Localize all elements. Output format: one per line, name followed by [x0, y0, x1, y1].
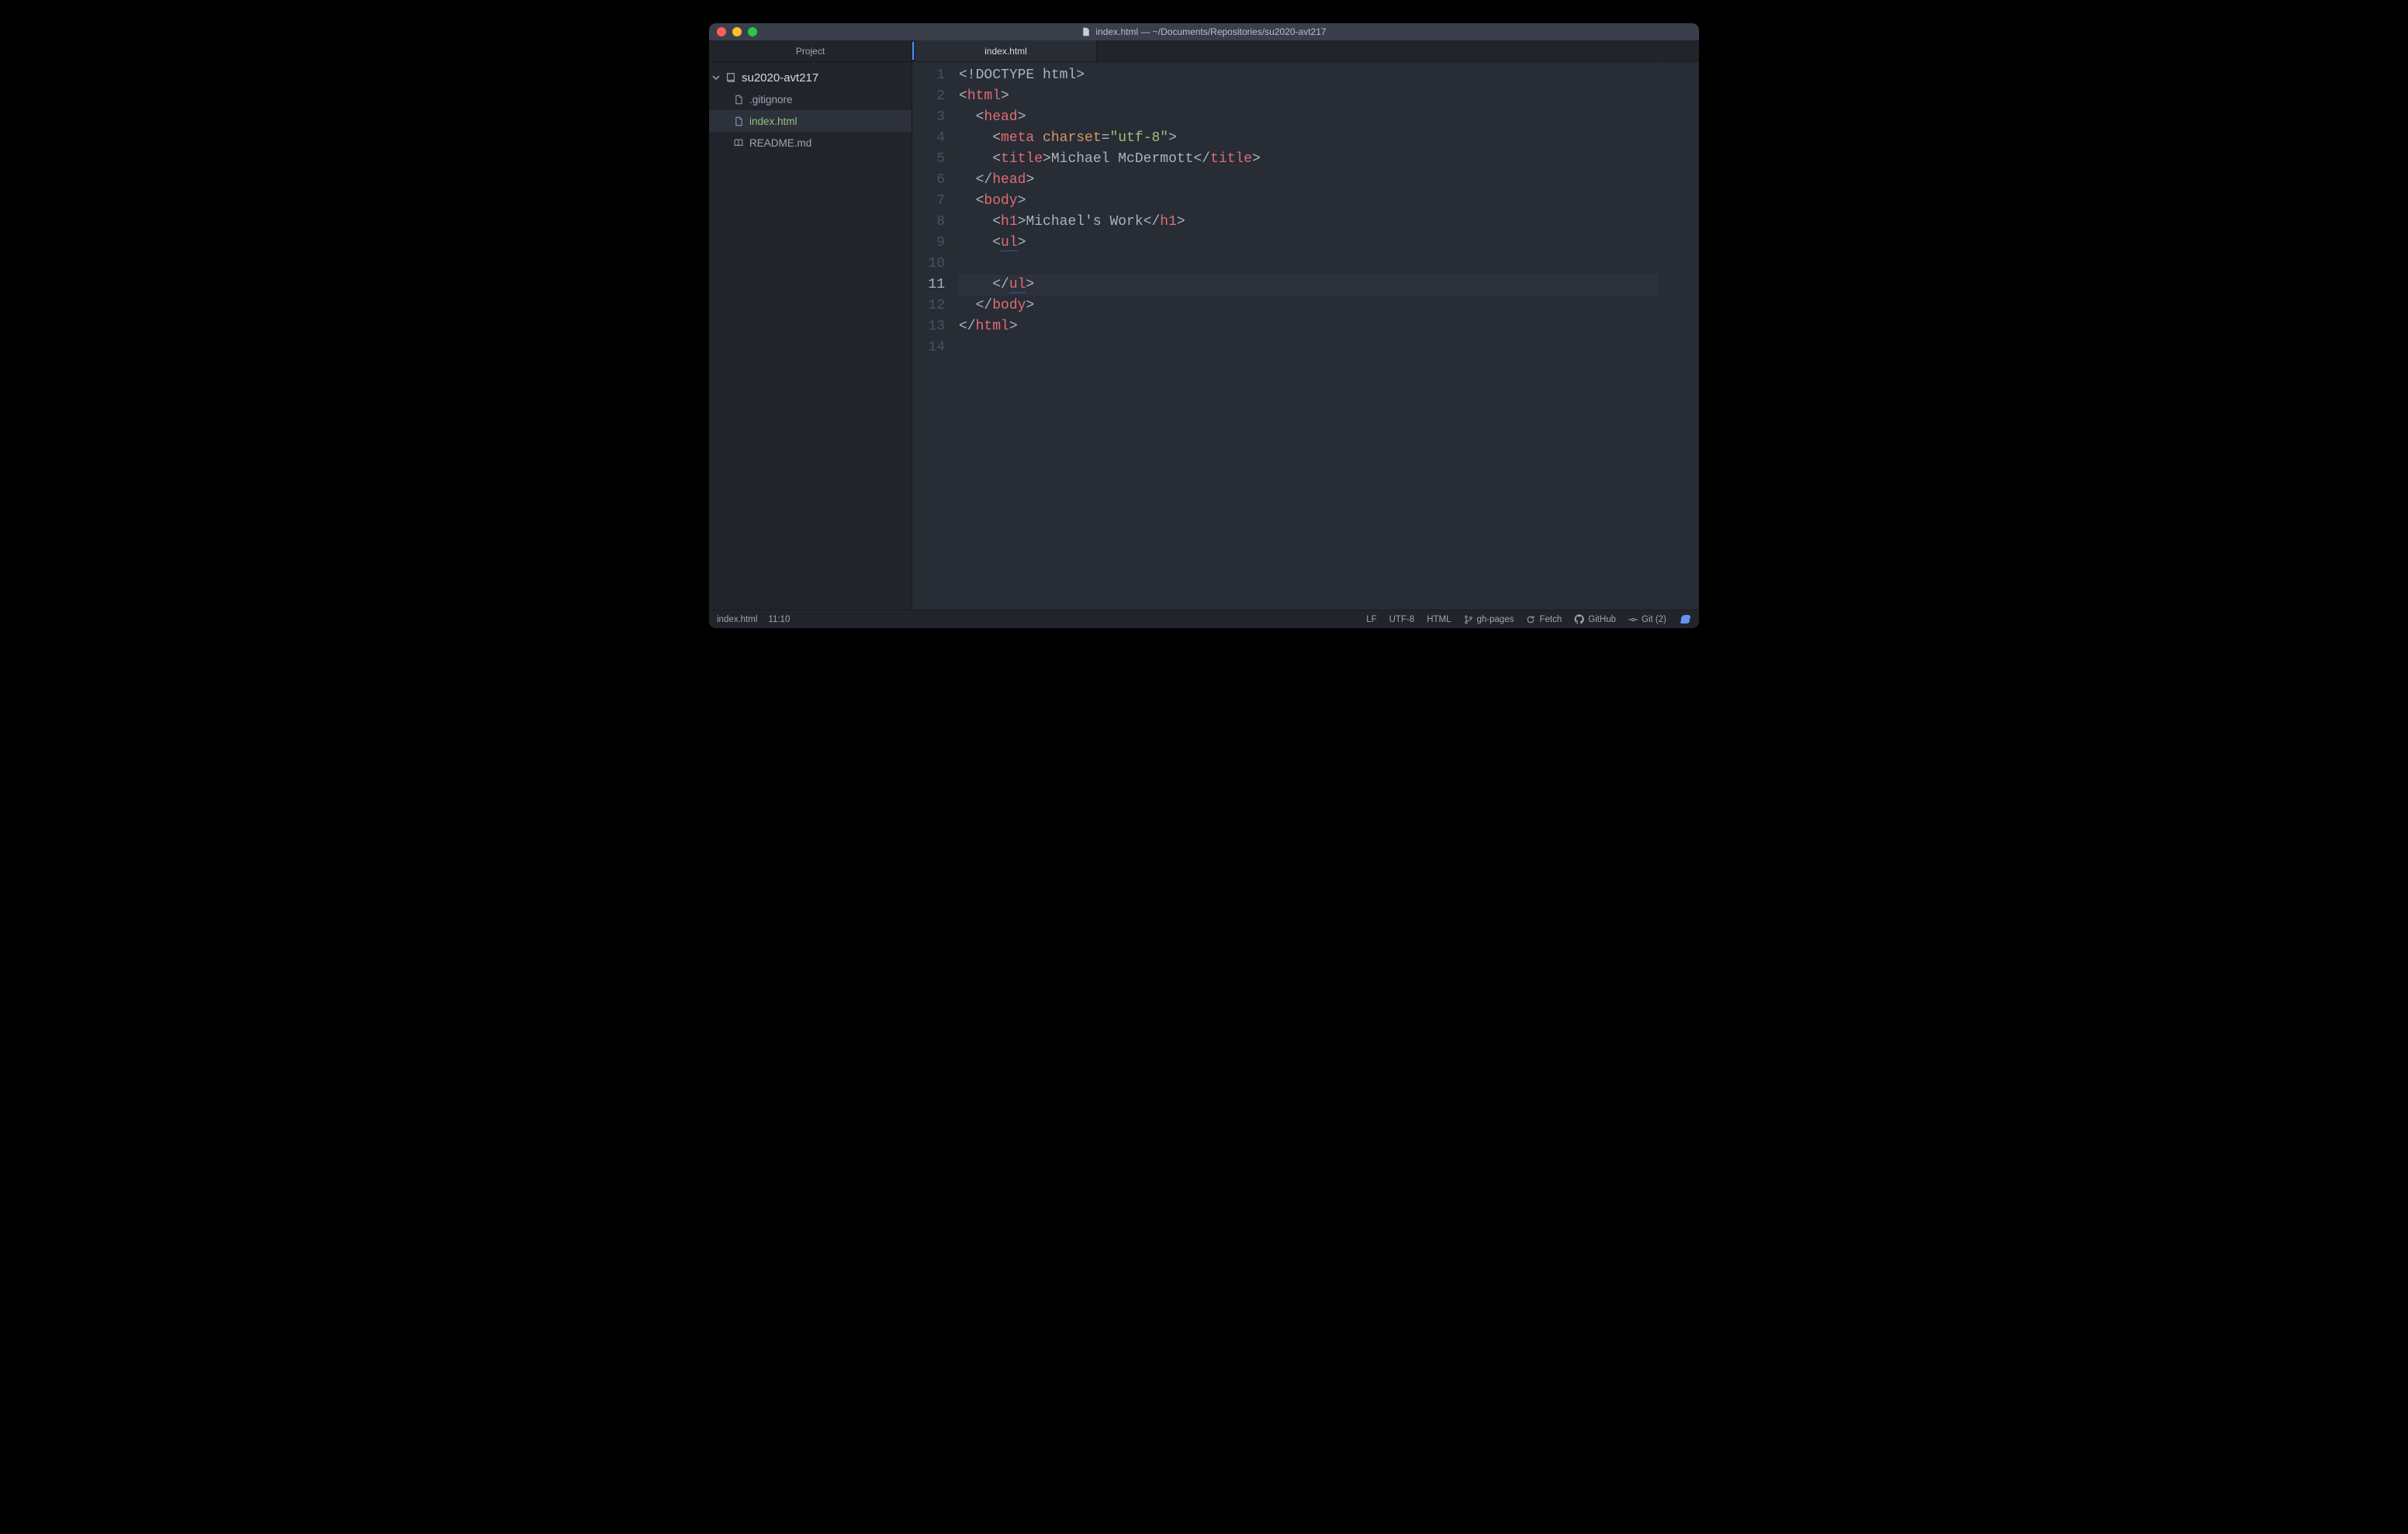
- status-line-ending[interactable]: LF: [1366, 615, 1376, 624]
- file-tab-label: index.html: [984, 46, 1027, 57]
- close-window-button[interactable]: [717, 27, 726, 36]
- sidebar-tab-project[interactable]: Project: [709, 40, 912, 62]
- window-title: index.html — ~/Documents/Repositories/su…: [709, 26, 1699, 37]
- titlebar: index.html — ~/Documents/Repositories/su…: [709, 23, 1699, 40]
- minimize-window-button[interactable]: [732, 27, 742, 36]
- tree-item[interactable]: .gitignore: [709, 88, 912, 110]
- status-grammar[interactable]: HTML: [1427, 615, 1451, 624]
- file-tree: su2020-avt217 .gitignore index.html README…: [709, 62, 912, 158]
- tab-bar: index.html: [912, 40, 1699, 62]
- editor-window: index.html — ~/Documents/Repositories/su…: [709, 23, 1699, 628]
- status-github[interactable]: GitHub: [1574, 614, 1616, 624]
- right-gutter: [1657, 62, 1699, 610]
- tree-item-label: index.html: [749, 116, 797, 127]
- file-icon: [732, 95, 745, 105]
- tree-item[interactable]: index.html: [709, 110, 912, 132]
- status-cursor[interactable]: 11:10: [768, 615, 790, 624]
- document-icon: [1081, 27, 1091, 36]
- sidebar: Project su2020-avt217 .gitignore index.ht…: [709, 40, 912, 610]
- sync-icon: [1526, 615, 1535, 624]
- tree-item-label: README.md: [749, 137, 811, 149]
- window-title-text: index.html — ~/Documents/Repositories/su…: [1095, 26, 1326, 37]
- code-editor[interactable]: 1234567891011121314 <!DOCTYPE html><html…: [912, 62, 1699, 610]
- tree-item-label: .gitignore: [749, 94, 793, 105]
- status-bar: index.html 11:10 LF UTF-8 HTML gh-pages: [709, 610, 1699, 628]
- status-file[interactable]: index.html: [717, 615, 757, 624]
- squirrel-icon[interactable]: [1679, 613, 1691, 626]
- tree-root[interactable]: su2020-avt217: [709, 67, 912, 88]
- git-commit-icon: [1628, 615, 1638, 624]
- zoom-window-button[interactable]: [748, 27, 757, 36]
- editor-body: Project su2020-avt217 .gitignore index.ht…: [709, 40, 1699, 610]
- status-encoding[interactable]: UTF-8: [1389, 615, 1415, 624]
- book-icon: [732, 138, 745, 148]
- tree-item[interactable]: README.md: [709, 132, 912, 154]
- repo-icon: [725, 72, 737, 83]
- file-icon: [732, 116, 745, 126]
- line-number-gutter: 1234567891011121314: [912, 62, 954, 610]
- chevron-down-icon: [712, 74, 720, 81]
- editor-area: index.html 1234567891011121314 <!DOCTYPE…: [912, 40, 1699, 610]
- github-icon: [1574, 614, 1584, 624]
- git-branch-icon: [1464, 615, 1473, 624]
- window-controls: [717, 27, 757, 36]
- code-content[interactable]: <!DOCTYPE html><html> <head> <meta chars…: [954, 62, 1657, 610]
- status-fetch[interactable]: Fetch: [1526, 615, 1562, 624]
- tree-root-label: su2020-avt217: [742, 71, 818, 85]
- status-branch[interactable]: gh-pages: [1464, 615, 1514, 624]
- file-tab-active[interactable]: index.html: [915, 40, 1097, 61]
- status-git[interactable]: Git (2): [1628, 615, 1666, 624]
- sidebar-tab-label: Project: [796, 46, 825, 57]
